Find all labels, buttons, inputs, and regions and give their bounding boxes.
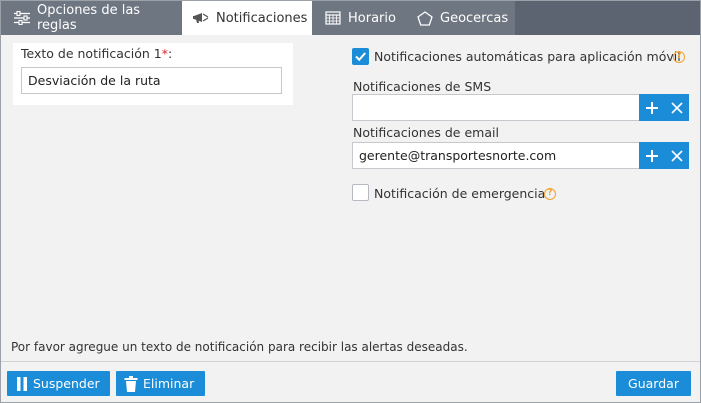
label-suffix: :	[167, 46, 173, 61]
notification-text-input[interactable]: Desviación de la ruta	[21, 67, 282, 94]
emergency-label: Notificación de emergencia	[374, 186, 546, 201]
sliders-icon	[13, 10, 31, 26]
tab-rule-options[interactable]: Opciones de las reglas	[1, 1, 182, 35]
close-icon	[670, 149, 683, 162]
tab-schedule-label: Horario	[348, 10, 396, 26]
delete-label: Eliminar	[143, 376, 195, 391]
email-buttons	[639, 142, 689, 169]
hint-text: Por favor agregue un texto de notificaci…	[11, 340, 468, 354]
plus-icon	[645, 101, 658, 114]
rule-dialog: Opciones de las reglas Notificaciones Ho…	[0, 0, 701, 403]
clear-email-button[interactable]	[664, 142, 689, 169]
tab-geofences[interactable]: Geocercas	[404, 1, 515, 35]
add-sms-button[interactable]	[639, 94, 664, 121]
megaphone-icon	[192, 10, 210, 26]
sms-input[interactable]	[352, 94, 640, 121]
tab-notifications-label: Notificaciones	[216, 10, 308, 26]
help-icon[interactable]: ?	[673, 51, 685, 63]
plus-icon	[645, 149, 658, 162]
footer-bar: Suspender Eliminar Guardar	[1, 361, 700, 402]
sms-buttons	[639, 94, 689, 121]
sms-label: Notificaciones de SMS	[353, 79, 492, 94]
notification-text-label: Texto de notificación 1*:	[21, 46, 172, 61]
auto-notifications-checkbox[interactable]	[352, 48, 369, 65]
pause-icon	[16, 376, 28, 391]
trash-icon	[124, 375, 138, 392]
save-label: Guardar	[628, 376, 679, 391]
notifications-panel: Texto de notificación 1*: Desviación de …	[1, 35, 700, 361]
notification-text-label-text: Texto de notificación 1	[21, 46, 162, 61]
delete-button[interactable]: Eliminar	[116, 371, 205, 396]
check-icon	[355, 52, 366, 62]
suspend-label: Suspender	[33, 376, 100, 391]
suspend-button[interactable]: Suspender	[7, 371, 110, 396]
tab-rule-options-label: Opciones de las reglas	[37, 3, 141, 33]
tab-bar: Opciones de las reglas Notificaciones Ho…	[1, 1, 700, 35]
email-label: Notificaciones de email	[353, 125, 499, 140]
save-button[interactable]: Guardar	[616, 371, 691, 396]
add-email-button[interactable]	[639, 142, 664, 169]
tab-geofences-label: Geocercas	[440, 10, 509, 26]
tab-notifications[interactable]: Notificaciones	[182, 1, 312, 35]
clear-sms-button[interactable]	[664, 94, 689, 121]
auto-notifications-label: Notificaciones automáticas para aplicaci…	[374, 49, 681, 64]
emergency-checkbox[interactable]	[352, 184, 369, 201]
calendar-icon	[324, 10, 342, 26]
help-icon[interactable]: ?	[544, 188, 556, 200]
tab-schedule[interactable]: Horario	[312, 1, 404, 35]
email-input[interactable]: gerente@transportesnorte.com	[352, 142, 640, 169]
pentagon-icon	[416, 10, 434, 26]
close-icon	[670, 101, 683, 114]
